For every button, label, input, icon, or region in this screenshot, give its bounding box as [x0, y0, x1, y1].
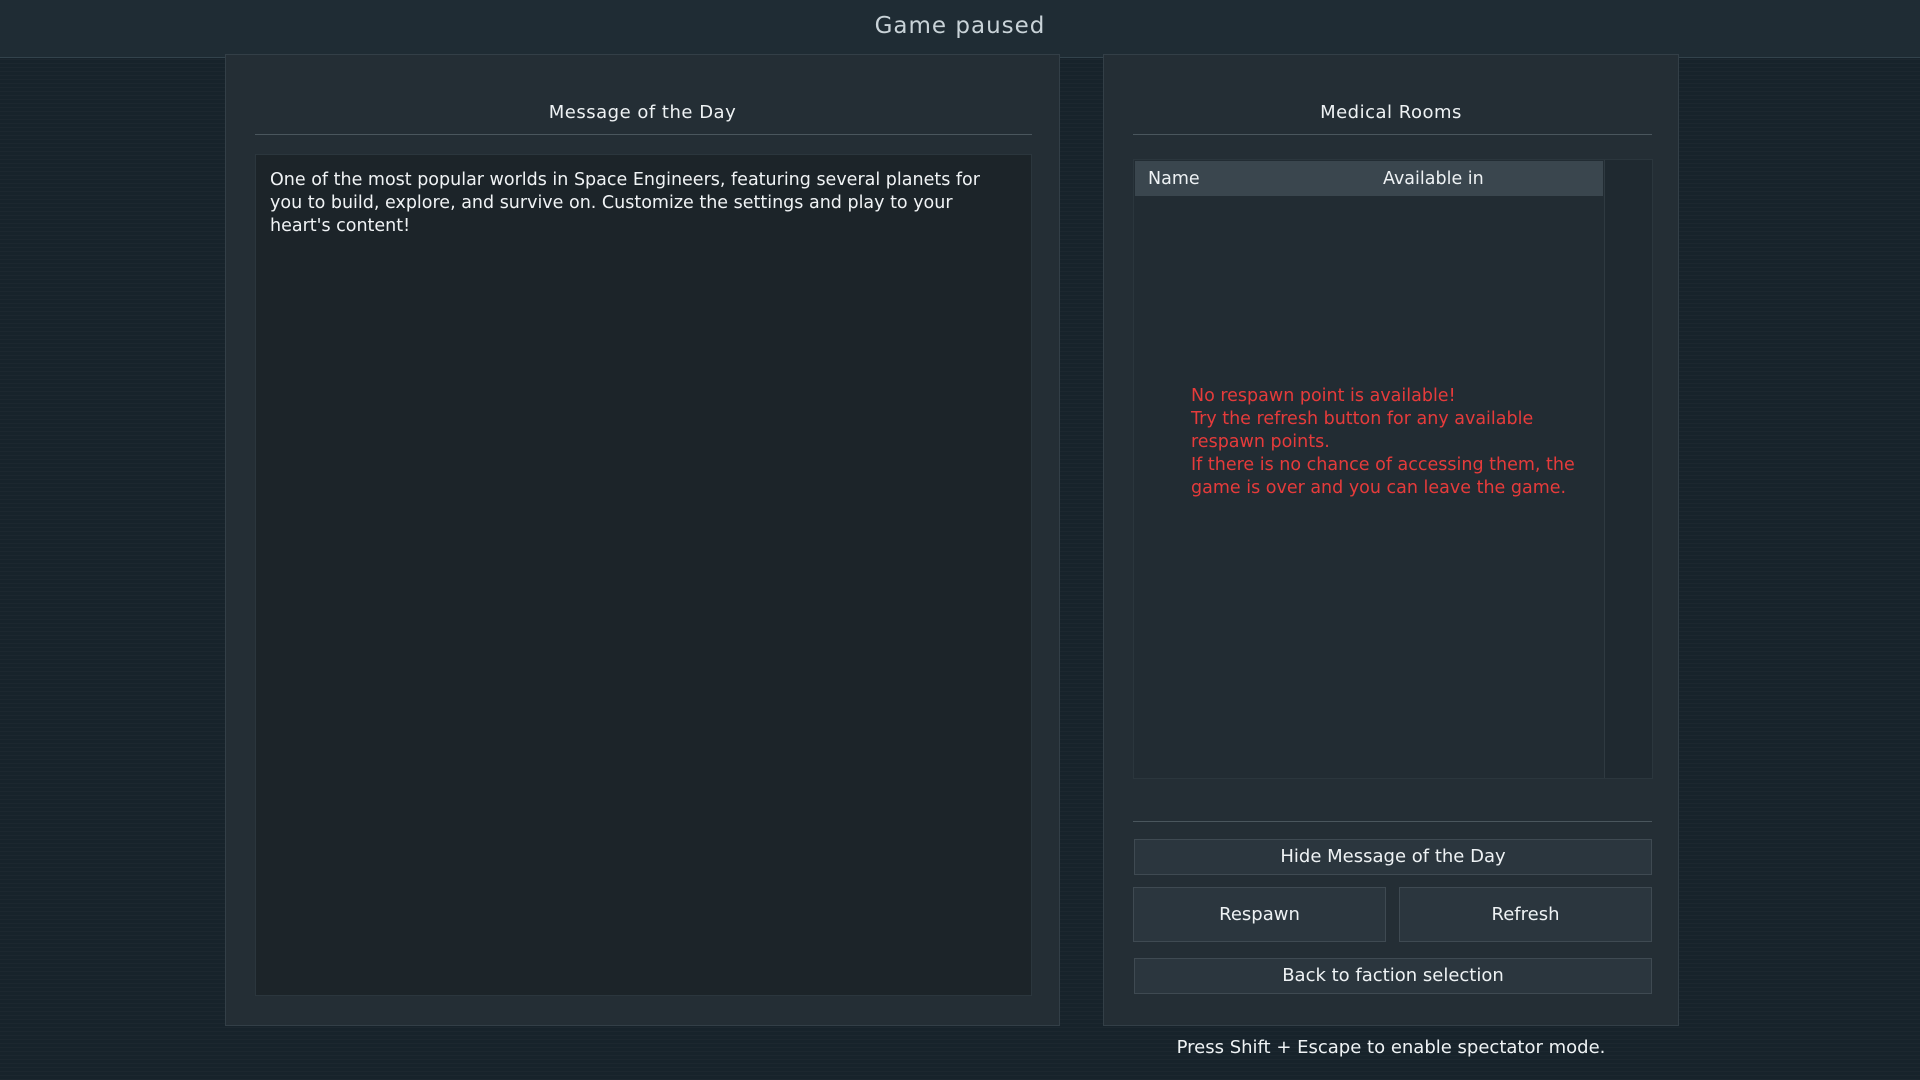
no-respawn-error: No respawn point is available! Try the r…	[1191, 385, 1611, 500]
medical-rooms-panel: Medical Rooms Name Available in No respa…	[1103, 54, 1679, 1026]
error-line: No respawn point is available!	[1191, 386, 1456, 406]
error-line: If there is no chance of accessing them,…	[1191, 455, 1575, 498]
column-header-name[interactable]: Name	[1148, 169, 1200, 189]
medical-rooms-divider	[1133, 134, 1652, 135]
respawn-label: Respawn	[1219, 904, 1300, 925]
screen-title: Game paused	[874, 13, 1046, 39]
table-header: Name Available in	[1135, 161, 1603, 196]
motd-divider	[255, 134, 1032, 135]
buttons-divider	[1133, 821, 1652, 822]
motd-panel: Message of the Day One of the most popul…	[225, 54, 1060, 1026]
refresh-button[interactable]: Refresh	[1399, 887, 1652, 942]
respawn-button[interactable]: Respawn	[1133, 887, 1386, 942]
back-to-faction-label: Back to faction selection	[1282, 965, 1504, 986]
back-to-faction-button[interactable]: Back to faction selection	[1134, 958, 1652, 994]
motd-title: Message of the Day	[548, 102, 737, 123]
hide-motd-label: Hide Message of the Day	[1280, 846, 1506, 867]
medical-rooms-table[interactable]: Name Available in No respawn point is av…	[1133, 159, 1653, 779]
spectator-hint: Press Shift + Escape to enable spectator…	[1176, 1037, 1606, 1058]
motd-text: One of the most popular worlds in Space …	[270, 170, 980, 236]
error-line: Try the refresh button for any available…	[1191, 409, 1534, 452]
column-header-available-in[interactable]: Available in	[1383, 169, 1484, 189]
top-bar: Game paused	[0, 0, 1920, 58]
medical-rooms-title: Medical Rooms	[1320, 102, 1462, 123]
hide-motd-button[interactable]: Hide Message of the Day	[1134, 839, 1652, 875]
refresh-label: Refresh	[1491, 904, 1560, 925]
motd-content-box[interactable]: One of the most popular worlds in Space …	[255, 154, 1032, 996]
